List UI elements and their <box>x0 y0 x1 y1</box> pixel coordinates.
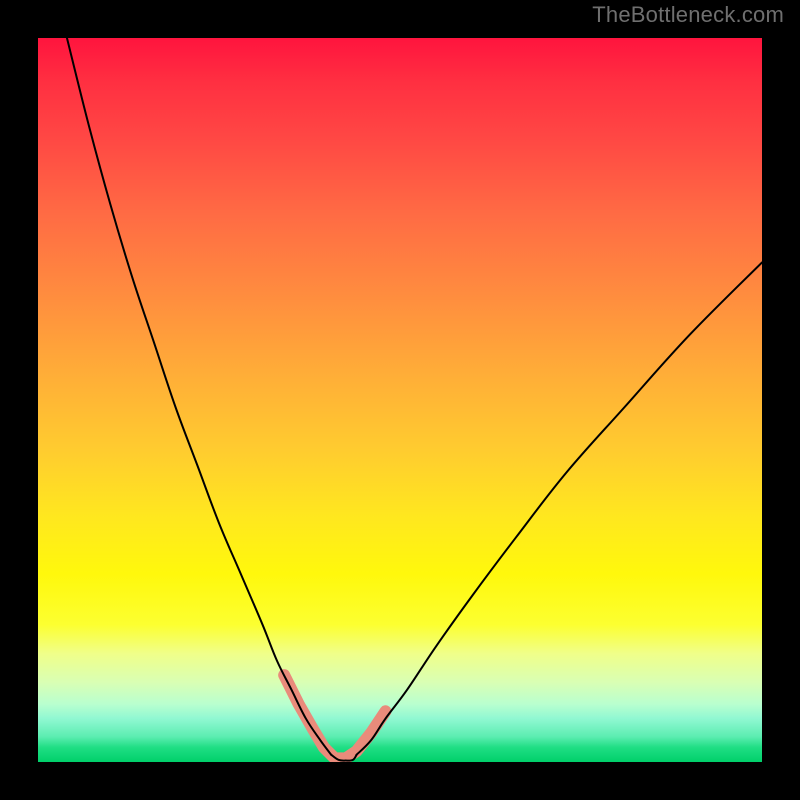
curve-left-branch <box>67 38 331 755</box>
curve-layer <box>38 38 762 762</box>
highlight-region <box>284 675 385 758</box>
curve-right-branch <box>357 262 762 754</box>
plot-area <box>38 38 762 762</box>
chart-stage: TheBottleneck.com <box>0 0 800 800</box>
watermark-text: TheBottleneck.com <box>592 2 784 28</box>
